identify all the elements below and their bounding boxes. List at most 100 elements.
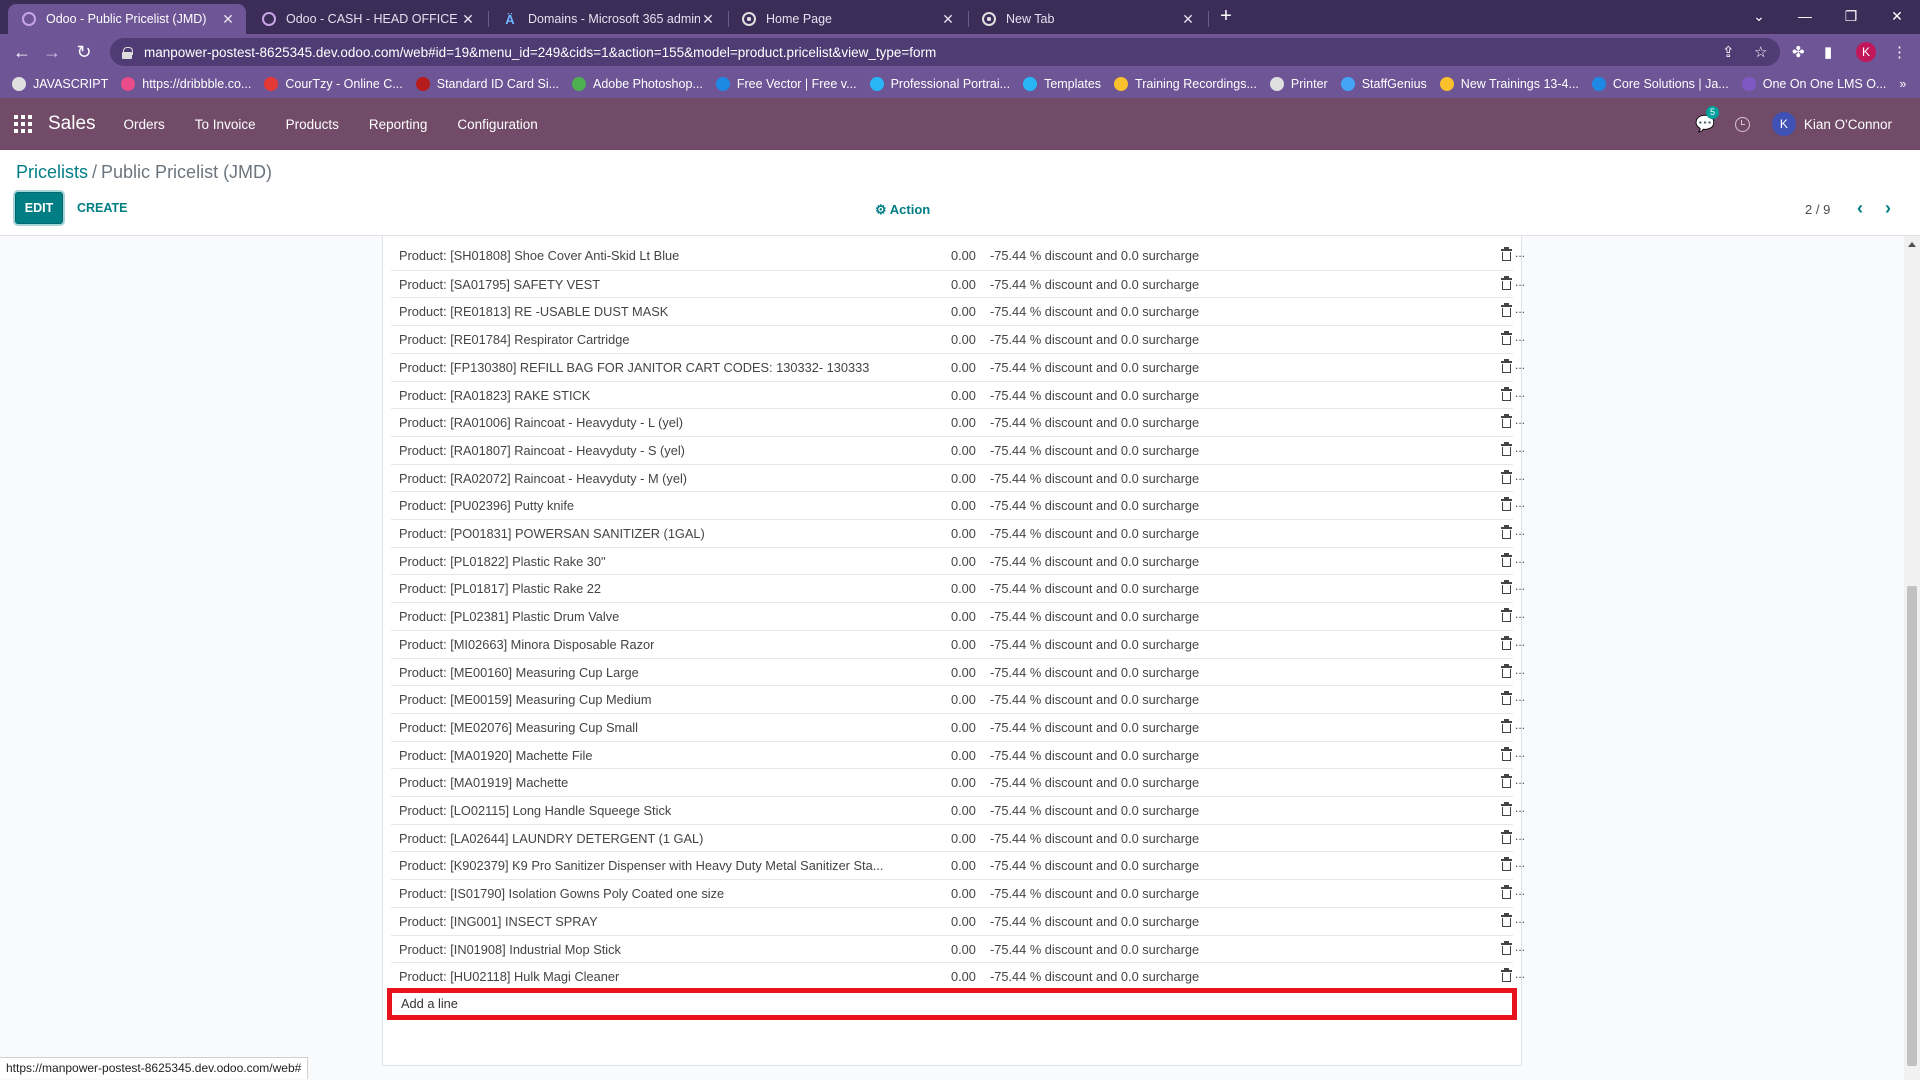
- tab-search-icon[interactable]: ⌄: [1744, 4, 1774, 28]
- bookmark-star-icon[interactable]: ☆: [1754, 43, 1767, 61]
- pricelist-item-row[interactable]: Product: [FP130380] REFILL BAG FOR JANIT…: [391, 352, 1525, 381]
- pricelist-item-row[interactable]: Product: [ING001] INSECT SPRAY 0.00 -75.44…: [391, 906, 1525, 935]
- activity-clock-icon[interactable]: [1734, 116, 1750, 132]
- close-icon[interactable]: ✕: [700, 11, 716, 28]
- menu-products[interactable]: Products: [286, 117, 339, 132]
- app-name[interactable]: Sales: [48, 113, 96, 135]
- browser-tab[interactable]: Odoo - Public Pricelist (JMD) ✕: [8, 4, 246, 34]
- side-panel-icon[interactable]: ▮: [1824, 43, 1832, 61]
- breadcrumb-pricelists-link[interactable]: Pricelists: [16, 162, 88, 182]
- pricelist-item-row[interactable]: Product: [RA01807] Raincoat - Heavyduty …: [391, 435, 1525, 464]
- pricelist-item-row[interactable]: Product: [ME00159] Measuring Cup Medium 0…: [391, 685, 1525, 713]
- minimize-icon[interactable]: —: [1790, 4, 1820, 28]
- browser-tab[interactable]: New Tab ✕: [968, 4, 1206, 34]
- pricelist-item-row[interactable]: Product: [MI02663] Minora Disposable Raz…: [391, 629, 1525, 658]
- pricelist-item-row[interactable]: Product: [LO02115] Long Handle Squeege S…: [391, 796, 1525, 824]
- bookmark-item[interactable]: Templates: [1023, 77, 1101, 91]
- pricelist-item-row[interactable]: Product: [SA01795] SAFETY VEST 0.00 -75.44…: [391, 269, 1525, 298]
- pager-value[interactable]: 2 / 9: [1805, 202, 1830, 217]
- pricelist-item-row[interactable]: Product: [RA01823] RAKE STICK 0.00 -75.44 …: [391, 380, 1525, 409]
- new-tab-icon[interactable]: +: [1215, 6, 1237, 28]
- pricelist-item-row[interactable]: Product: [RE01784] Respirator Cartridge 0…: [391, 325, 1525, 353]
- pricelist-item-row[interactable]: Product: [PL01822] Plastic Rake 30" 0.00-…: [391, 546, 1525, 575]
- pricelist-item-row[interactable]: Product: [MA01920] Machette File 0.00 -75.…: [391, 740, 1525, 769]
- pager-previous-icon[interactable]: ‹: [1850, 197, 1870, 219]
- pricelist-item-row[interactable]: Product: [IN01908] Industrial Mop Stick 0…: [391, 934, 1525, 963]
- pricelist-item-row[interactable]: Product: [K902379] K9 Pro Sanitizer Disp…: [391, 851, 1525, 879]
- pricelist-item-row[interactable]: Product: [PL01817] Plastic Rake 22 0.00 -7…: [391, 574, 1525, 602]
- pricelist-item-row[interactable]: Product: [LA02644] LAUNDRY DETERGENT (1 …: [391, 823, 1525, 852]
- browser-tab[interactable]: Ä Domains - Microsoft 365 admin c ✕: [488, 4, 726, 34]
- pricelist-item-row[interactable]: Product: [PU02396] Putty knife 0.00 -75.44…: [391, 491, 1525, 519]
- trash-icon[interactable]: [1501, 940, 1513, 956]
- pricelist-item-row[interactable]: Product: [RA02072] Raincoat - Heavyduty …: [391, 463, 1525, 492]
- bookmarks-overflow-icon[interactable]: »: [1899, 77, 1906, 91]
- trash-icon[interactable]: [1501, 691, 1513, 706]
- browser-tab[interactable]: Odoo - CASH - HEAD OFFICE ✕: [248, 4, 486, 34]
- trash-icon[interactable]: [1501, 469, 1513, 485]
- trash-icon[interactable]: [1501, 635, 1513, 651]
- pricelist-item-row[interactable]: Product: [MA01919] Machette 0.00 -75.44 % …: [391, 768, 1525, 796]
- edit-button[interactable]: EDIT: [15, 192, 63, 224]
- close-icon[interactable]: ✕: [220, 11, 236, 28]
- bookmark-item[interactable]: Adobe Photoshop...: [572, 77, 703, 91]
- trash-icon[interactable]: [1501, 746, 1513, 762]
- add-a-line-link[interactable]: Add a line: [401, 996, 458, 1011]
- menu-to-invoice[interactable]: To Invoice: [195, 117, 256, 132]
- close-window-icon[interactable]: ✕: [1882, 4, 1912, 28]
- add-line-row[interactable]: Add a line: [387, 988, 1517, 1020]
- trash-icon[interactable]: [1501, 580, 1513, 595]
- trash-icon[interactable]: [1501, 358, 1513, 374]
- pricelist-item-row[interactable]: Product: [IS01790] Isolation Gowns Poly …: [391, 879, 1525, 907]
- bookmark-item[interactable]: CourTzy - Online C...: [264, 77, 403, 91]
- address-bar[interactable]: manpower-postest-8625345.dev.odoo.com/we…: [110, 38, 1780, 66]
- discuss-icon[interactable]: 💬 5: [1695, 106, 1719, 134]
- profile-avatar[interactable]: K: [1856, 42, 1876, 62]
- bookmark-item[interactable]: Training Recordings...: [1114, 77, 1257, 91]
- trash-icon[interactable]: [1501, 718, 1513, 734]
- bookmark-item[interactable]: Printer: [1269, 77, 1328, 91]
- bookmark-item[interactable]: StaffGenius: [1340, 77, 1427, 91]
- trash-icon[interactable]: [1501, 247, 1513, 262]
- bookmark-item[interactable]: Free Vector | Free v...: [715, 77, 857, 91]
- apps-menu-icon[interactable]: [14, 115, 32, 133]
- close-icon[interactable]: ✕: [460, 11, 476, 28]
- bookmark-item[interactable]: Standard ID Card Si...: [415, 77, 559, 91]
- trash-icon[interactable]: [1501, 525, 1513, 540]
- back-icon[interactable]: ←: [10, 40, 34, 64]
- menu-reporting[interactable]: Reporting: [369, 117, 428, 132]
- trash-icon[interactable]: [1501, 968, 1513, 983]
- trash-icon[interactable]: [1501, 802, 1513, 817]
- trash-icon[interactable]: [1501, 497, 1513, 512]
- trash-icon[interactable]: [1501, 414, 1513, 429]
- trash-icon[interactable]: [1501, 912, 1513, 928]
- bookmark-item[interactable]: Professional Portrai...: [869, 77, 1010, 91]
- trash-icon[interactable]: [1501, 441, 1513, 457]
- menu-kebab-icon[interactable]: ⋮: [1892, 43, 1907, 61]
- trash-icon[interactable]: [1501, 663, 1513, 679]
- pricelist-item-row[interactable]: Product: [HU02118] Hulk Magi Cleaner 0.00…: [391, 962, 1525, 990]
- pricelist-item-row[interactable]: Product: [SH01808] Shoe Cover Anti-Skid …: [391, 242, 1525, 270]
- close-icon[interactable]: ✕: [940, 11, 956, 28]
- trash-icon[interactable]: [1501, 774, 1513, 789]
- trash-icon[interactable]: [1501, 608, 1513, 623]
- reload-icon[interactable]: ↻: [72, 40, 96, 64]
- bookmark-item[interactable]: https://dribbble.co...: [121, 77, 251, 91]
- page-scrollbar[interactable]: [1904, 236, 1920, 1080]
- pricelist-item-row[interactable]: Product: [RE01813] RE -USABLE DUST MASK 0…: [391, 297, 1525, 325]
- close-icon[interactable]: ✕: [1180, 11, 1196, 28]
- action-menu-button[interactable]: ⚙ Action: [875, 202, 930, 218]
- bookmark-item[interactable]: JAVASCRIPT: [12, 77, 108, 91]
- extensions-icon[interactable]: ✤: [1792, 43, 1805, 61]
- pager-next-icon[interactable]: ›: [1878, 197, 1898, 219]
- bookmark-item[interactable]: Core Solutions | Ja...: [1591, 77, 1729, 91]
- pricelist-item-row[interactable]: Product: [PO01831] POWERSAN SANITIZER (1…: [391, 519, 1525, 547]
- pricelist-item-row[interactable]: Product: [PL02381] Plastic Drum Valve 0.0…: [391, 602, 1525, 630]
- trash-icon[interactable]: [1501, 275, 1513, 291]
- bookmark-item[interactable]: One On One LMS O...: [1741, 77, 1886, 91]
- trash-icon[interactable]: [1501, 386, 1513, 402]
- trash-icon[interactable]: [1501, 552, 1513, 568]
- trash-icon[interactable]: [1501, 303, 1513, 318]
- trash-icon[interactable]: [1501, 829, 1513, 845]
- restore-icon[interactable]: ❐: [1836, 4, 1866, 28]
